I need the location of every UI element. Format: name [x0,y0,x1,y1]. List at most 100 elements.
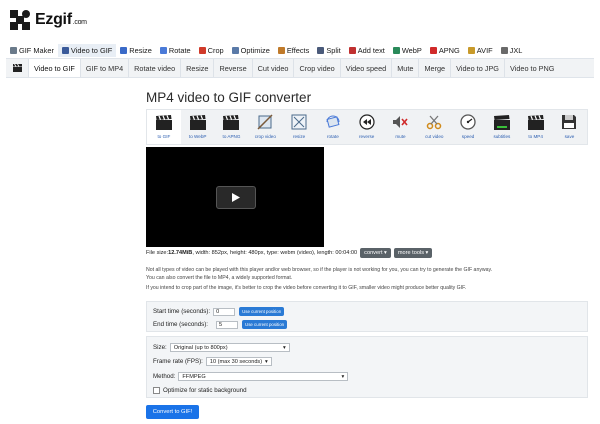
apng-icon [429,47,437,54]
tool-speed[interactable]: speed [451,110,485,144]
tool-resize[interactable]: resize [282,110,316,144]
page-title: MP4 video to GIF converter [146,90,312,105]
tool-label: mute [395,134,406,139]
options-panel: Size: Original (up to 800px) ▾ Frame rate… [146,336,588,398]
video-to-gif-icon [61,47,69,54]
tool-label: subtitles [493,134,511,139]
subnav-tab-merge[interactable]: Merge [418,59,450,77]
resize-icon [120,47,128,54]
tool-subtitles[interactable]: subtitles [485,110,519,144]
fps-select[interactable]: 10 (max 30 seconds) ▾ [205,357,272,366]
start-use-position-button[interactable]: Use current position [239,307,285,316]
tool-crop-video[interactable]: crop video [248,110,282,144]
nav-item-rotate[interactable]: Rotate [156,44,195,57]
nav-item-label: Crop [207,46,224,55]
method-select[interactable]: FFMPEG ▾ [178,372,349,381]
subnav-tab-video-to-png[interactable]: Video to PNG [504,59,559,77]
subnav-tab-resize[interactable]: Resize [180,59,213,77]
nav-item-optimize[interactable]: Optimize [228,44,274,57]
tool-label: save [564,134,575,139]
nav-item-gif-maker[interactable]: GIF Maker [6,44,58,57]
clapperboard-icon [6,59,28,77]
video-player[interactable] [146,147,324,247]
nav-item-jxl[interactable]: JXL [497,44,527,57]
clapperboard-icon [155,113,173,131]
fps-row: Frame rate (FPS): 10 (max 30 seconds) ▾ [153,357,272,366]
tool-label: cut video [425,134,444,139]
end-time-row: End time (seconds): 5 Use current positi… [153,320,288,329]
note-player: Not all types of video can be played wit… [146,267,493,273]
nav-item-resize[interactable]: Resize [116,44,156,57]
tool-to-mp4[interactable]: to MP4 [519,110,553,144]
file-info-prefix: File size: [146,250,169,256]
nav-item-label: AVIF [476,46,493,55]
nav-item-apng[interactable]: APNG [426,44,464,57]
tool-label: speed [461,134,475,139]
clapperboard-icon [222,113,240,131]
convert-dropdown-button[interactable]: convert ▾ [360,248,391,258]
tool-label: resize [292,134,306,139]
save-icon [560,113,578,131]
time-panel: Start time (seconds): 0 Use current posi… [146,301,588,332]
tool-mute[interactable]: mute [384,110,418,144]
nav-item-add-text[interactable]: Add text [345,44,389,57]
subnav-tab-crop-video[interactable]: Crop video [293,59,339,77]
subnav-tab-rotate-video[interactable]: Rotate video [128,59,180,77]
optimize-label: Optimize for static background [163,387,247,394]
more-tools-dropdown-button[interactable]: more tools ▾ [393,248,433,258]
nav-item-split[interactable]: Split [313,44,344,57]
size-select[interactable]: Original (up to 800px) ▾ [169,343,290,352]
crop-icon [198,47,206,54]
rotate-icon [159,47,167,54]
tool-label: rotate [327,134,339,139]
method-row: Method: FFMPEG ▾ [153,372,349,381]
note-mp4: You can also convert the file to MP4, a … [146,275,293,281]
nav-item-video-to-gif[interactable]: Video to GIF [57,44,117,57]
tool-label: to APNG [222,134,241,139]
nav-item-avif[interactable]: AVIF [464,44,497,57]
nav-item-label: APNG [438,46,460,55]
jxl-icon [500,47,508,54]
optimize-checkbox[interactable] [153,387,160,394]
start-time-row: Start time (seconds): 0 Use current posi… [153,307,285,316]
resize-video-icon [290,113,308,131]
optimize-icon [231,47,239,54]
tool-to-apng[interactable]: to APNG [215,110,249,144]
subnav-tab-mute[interactable]: Mute [391,59,418,77]
file-info: File size: 12.74MiB , width: 852px, heig… [146,248,433,258]
logo[interactable]: Ezgif.com [10,9,87,31]
clapperboard-icon [527,113,545,131]
start-time-input[interactable]: 0 [213,307,236,316]
subnav-tab-gif-to-mp4[interactable]: GIF to MP4 [79,59,128,77]
play-button[interactable] [216,186,256,209]
tool-to-webp[interactable]: to WebP [181,110,215,144]
webp-icon [392,47,400,54]
subnav-tab-video-speed[interactable]: Video speed [339,59,391,77]
logo-text: Ezgif.com [35,11,87,28]
end-use-position-button[interactable]: Use current position [242,320,288,329]
tool-label: crop video [254,134,276,139]
convert-to-gif-button[interactable]: Convert to GIF! [146,405,199,419]
speed-icon [459,113,477,131]
tool-reverse[interactable]: reverse [350,110,384,144]
end-time-input[interactable]: 5 [216,320,239,329]
main-nav: GIF Maker Video to GIF Resize Rotate Crop Opt… [6,44,526,57]
subnav-tab-video-to-gif[interactable]: Video to GIF [28,59,80,77]
fps-label: Frame rate (FPS): [153,358,203,365]
note-crop: If you intend to crop part of the image,… [146,285,467,291]
start-time-label: Start time (seconds): [153,308,211,315]
subnav-tab-cut-video[interactable]: Cut video [251,59,294,77]
tool-to-gif[interactable]: to GIF [147,110,181,144]
nav-item-effects[interactable]: Effects [274,44,313,57]
end-time-label: End time (seconds): [153,321,209,328]
nav-item-crop[interactable]: Crop [195,44,228,57]
tool-save[interactable]: save [553,110,587,144]
tool-label: to GIF [157,134,171,139]
gif-maker-icon [10,47,17,54]
clapperboard-icon [189,113,207,131]
tool-cut-video[interactable]: cut video [417,110,451,144]
subnav-tab-video-to-jpg[interactable]: Video to JPG [450,59,504,77]
nav-item-webp[interactable]: WebP [389,44,426,57]
subnav-tab-reverse[interactable]: Reverse [213,59,251,77]
tool-rotate[interactable]: rotate [316,110,350,144]
